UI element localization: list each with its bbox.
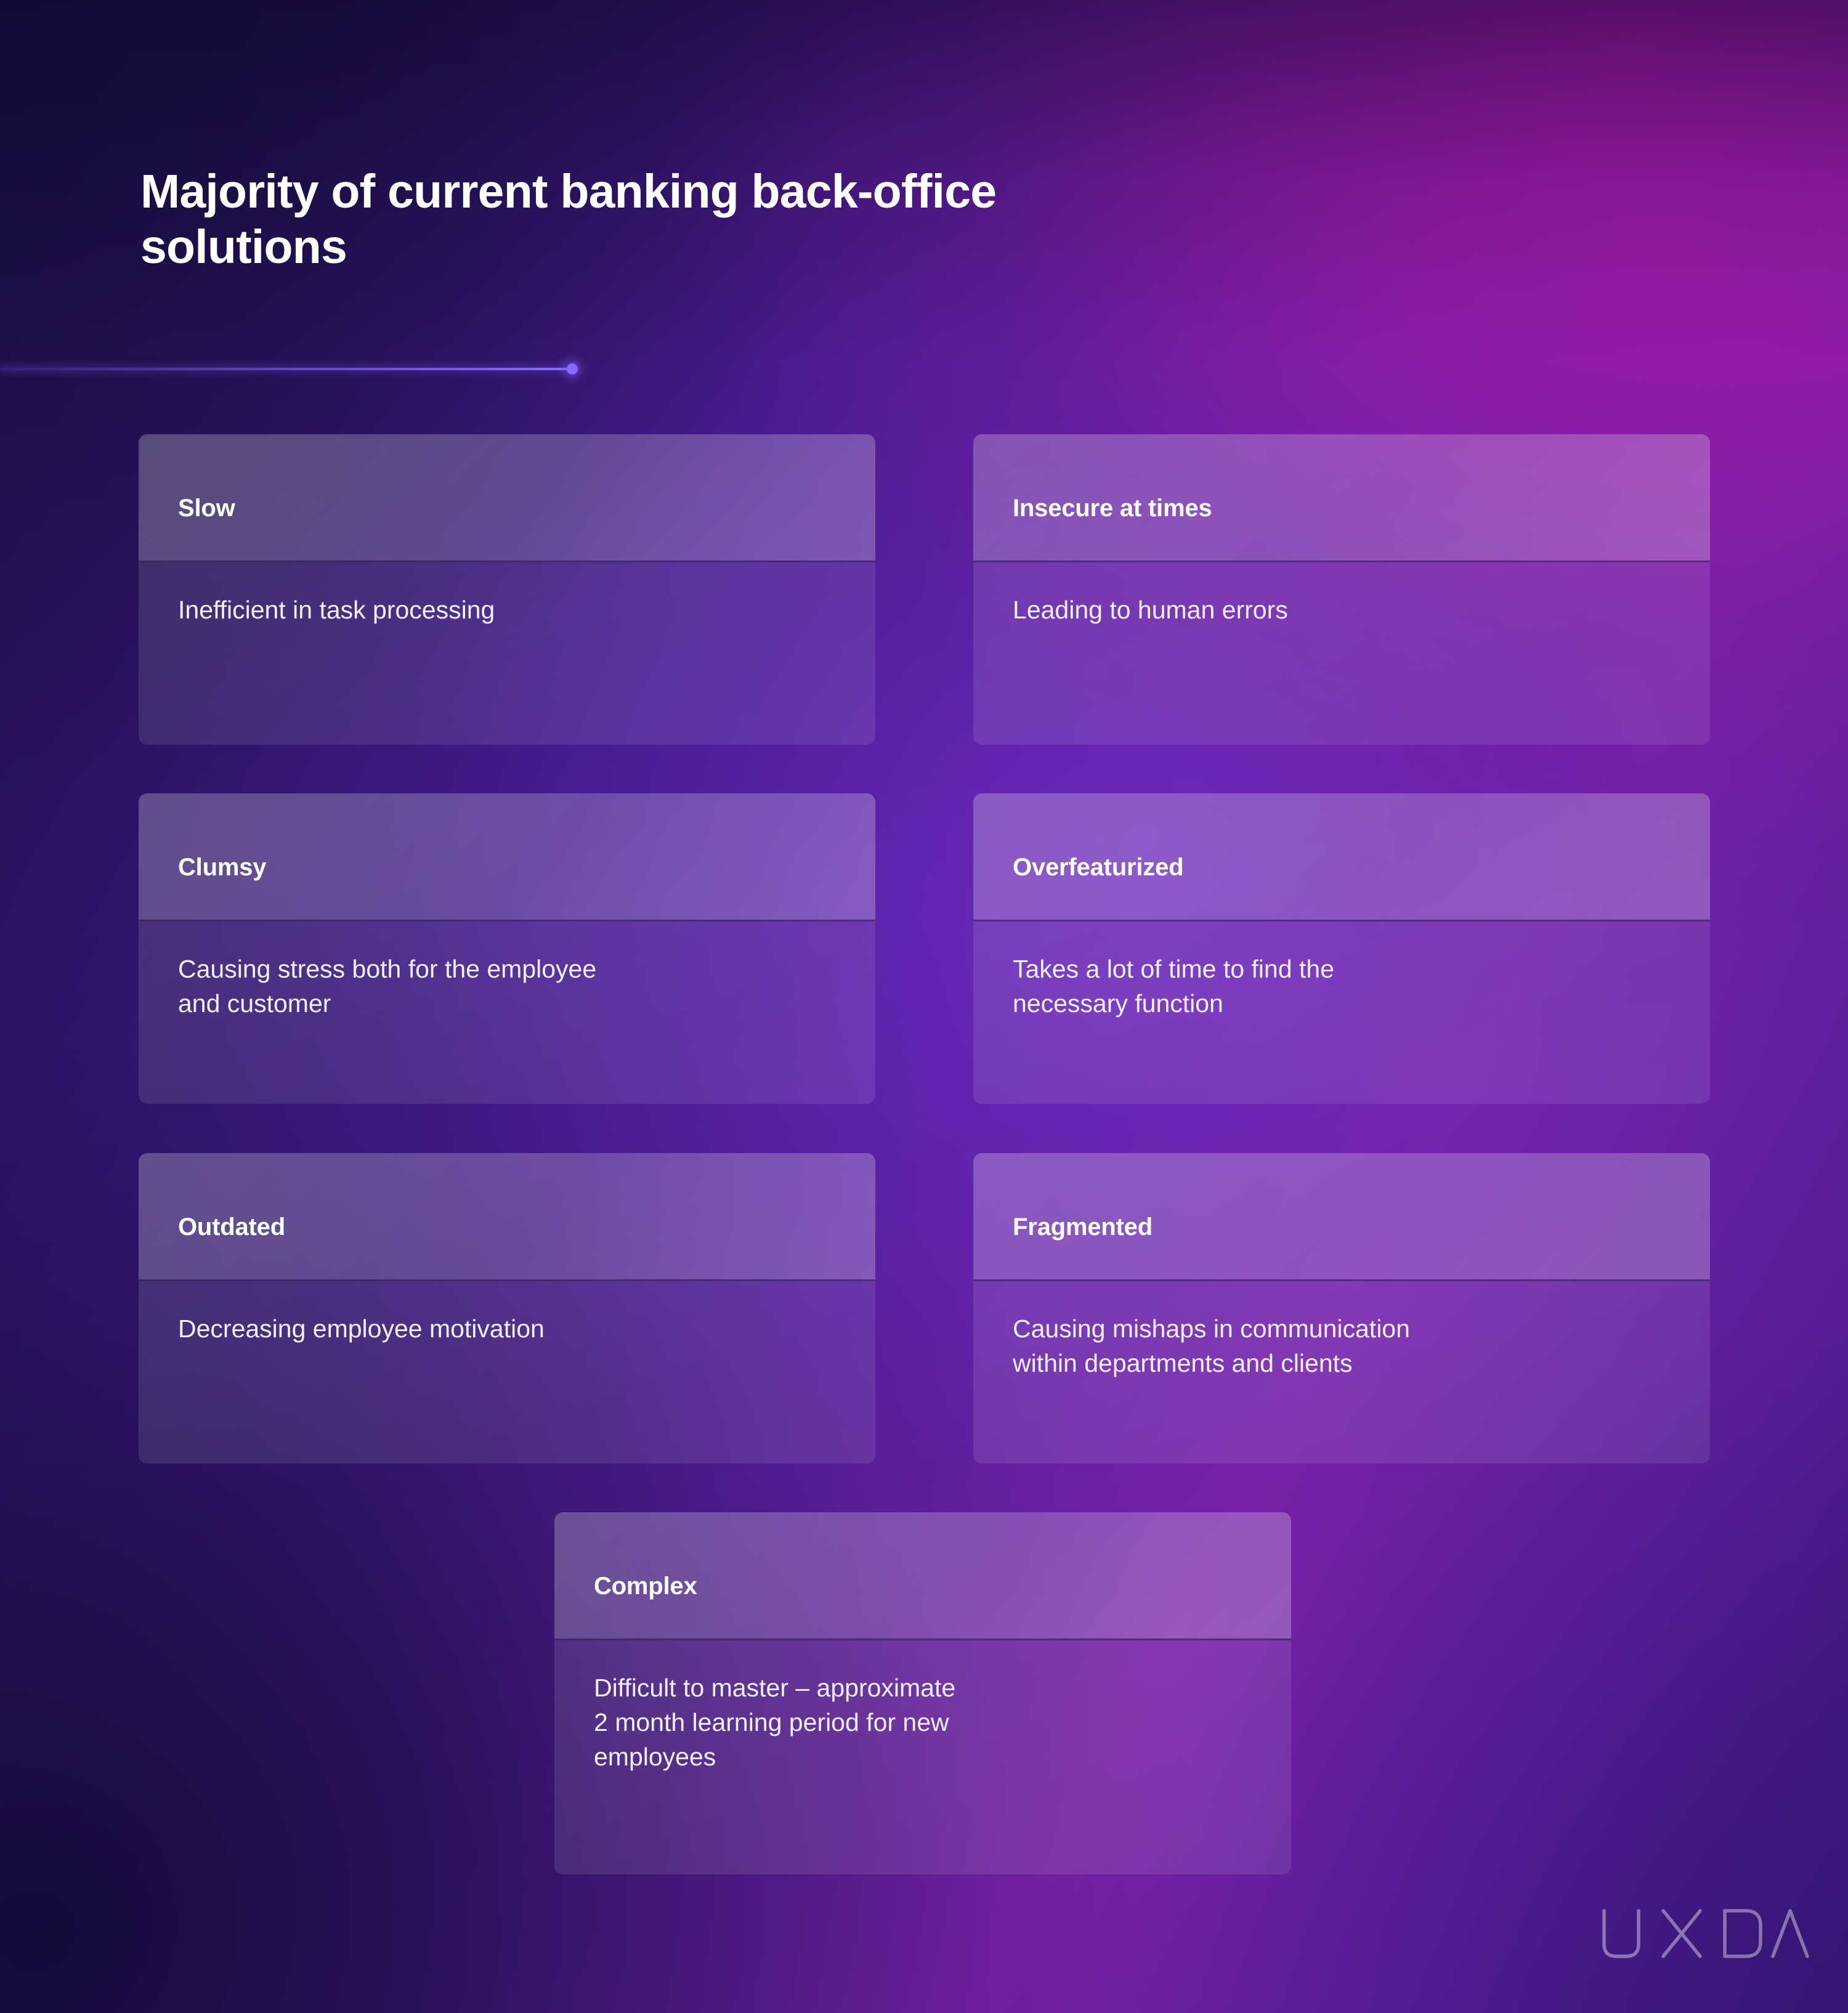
pain-point-card: Clumsy Causing stress both for the emplo… <box>139 793 875 1104</box>
card-body: Leading to human errors <box>973 562 1710 745</box>
card-title: Complex <box>594 1573 697 1600</box>
card-header: Insecure at times <box>973 434 1710 562</box>
pain-point-card: Insecure at times Leading to human error… <box>973 434 1710 745</box>
accent-divider-dot <box>567 363 578 375</box>
pain-point-card: Complex Difficult to master – approximat… <box>554 1512 1291 1874</box>
card-description: Causing mishaps in communication within … <box>1013 1314 1410 1377</box>
slide-canvas: Majority of current banking back-office … <box>0 0 1848 2013</box>
pain-point-card: Overfeaturized Takes a lot of time to fi… <box>973 793 1710 1104</box>
card-title: Clumsy <box>178 854 267 881</box>
uxda-logo <box>1602 1909 1809 1958</box>
card-description: Decreasing employee motivation <box>178 1314 545 1343</box>
page-title: Majority of current banking back-office … <box>140 164 997 273</box>
pain-point-card: Fragmented Causing mishaps in communicat… <box>973 1153 1710 1464</box>
card-body: Inefficient in task processing <box>139 562 875 745</box>
card-body: Takes a lot of time to find the necessar… <box>973 921 1710 1104</box>
card-title: Outdated <box>178 1213 285 1241</box>
card-header: Overfeaturized <box>973 793 1710 921</box>
card-title: Overfeaturized <box>1013 854 1184 881</box>
pain-point-card: Outdated Decreasing employee motivation <box>139 1153 875 1464</box>
uxda-letter-u <box>1602 1909 1640 1958</box>
card-title: Slow <box>178 495 235 522</box>
card-description: Leading to human errors <box>1013 596 1288 624</box>
card-title: Insecure at times <box>1013 495 1212 522</box>
card-description: Difficult to master – approximate 2 mont… <box>594 1674 956 1771</box>
card-body: Difficult to master – approximate 2 mont… <box>554 1640 1291 1874</box>
card-title: Fragmented <box>1013 1213 1153 1241</box>
uxda-letter-d <box>1723 1909 1762 1958</box>
accent-divider-line <box>0 368 574 370</box>
card-header: Fragmented <box>973 1153 1710 1281</box>
card-body: Decreasing employee motivation <box>139 1281 875 1464</box>
card-header: Complex <box>554 1512 1291 1640</box>
card-body: Causing mishaps in communication within … <box>973 1281 1710 1464</box>
card-description: Causing stress both for the employee and… <box>178 955 597 1018</box>
accent-divider <box>0 363 591 375</box>
card-header: Outdated <box>139 1153 875 1281</box>
card-description: Takes a lot of time to find the necessar… <box>1013 955 1334 1018</box>
pain-point-card: Slow Inefficient in task processing <box>139 434 875 745</box>
card-description: Inefficient in task processing <box>178 596 495 624</box>
card-header: Clumsy <box>139 793 875 921</box>
card-header: Slow <box>139 434 875 562</box>
uxda-letter-x <box>1661 1909 1702 1958</box>
card-body: Causing stress both for the employee and… <box>139 921 875 1104</box>
uxda-letter-a <box>1771 1909 1809 1958</box>
